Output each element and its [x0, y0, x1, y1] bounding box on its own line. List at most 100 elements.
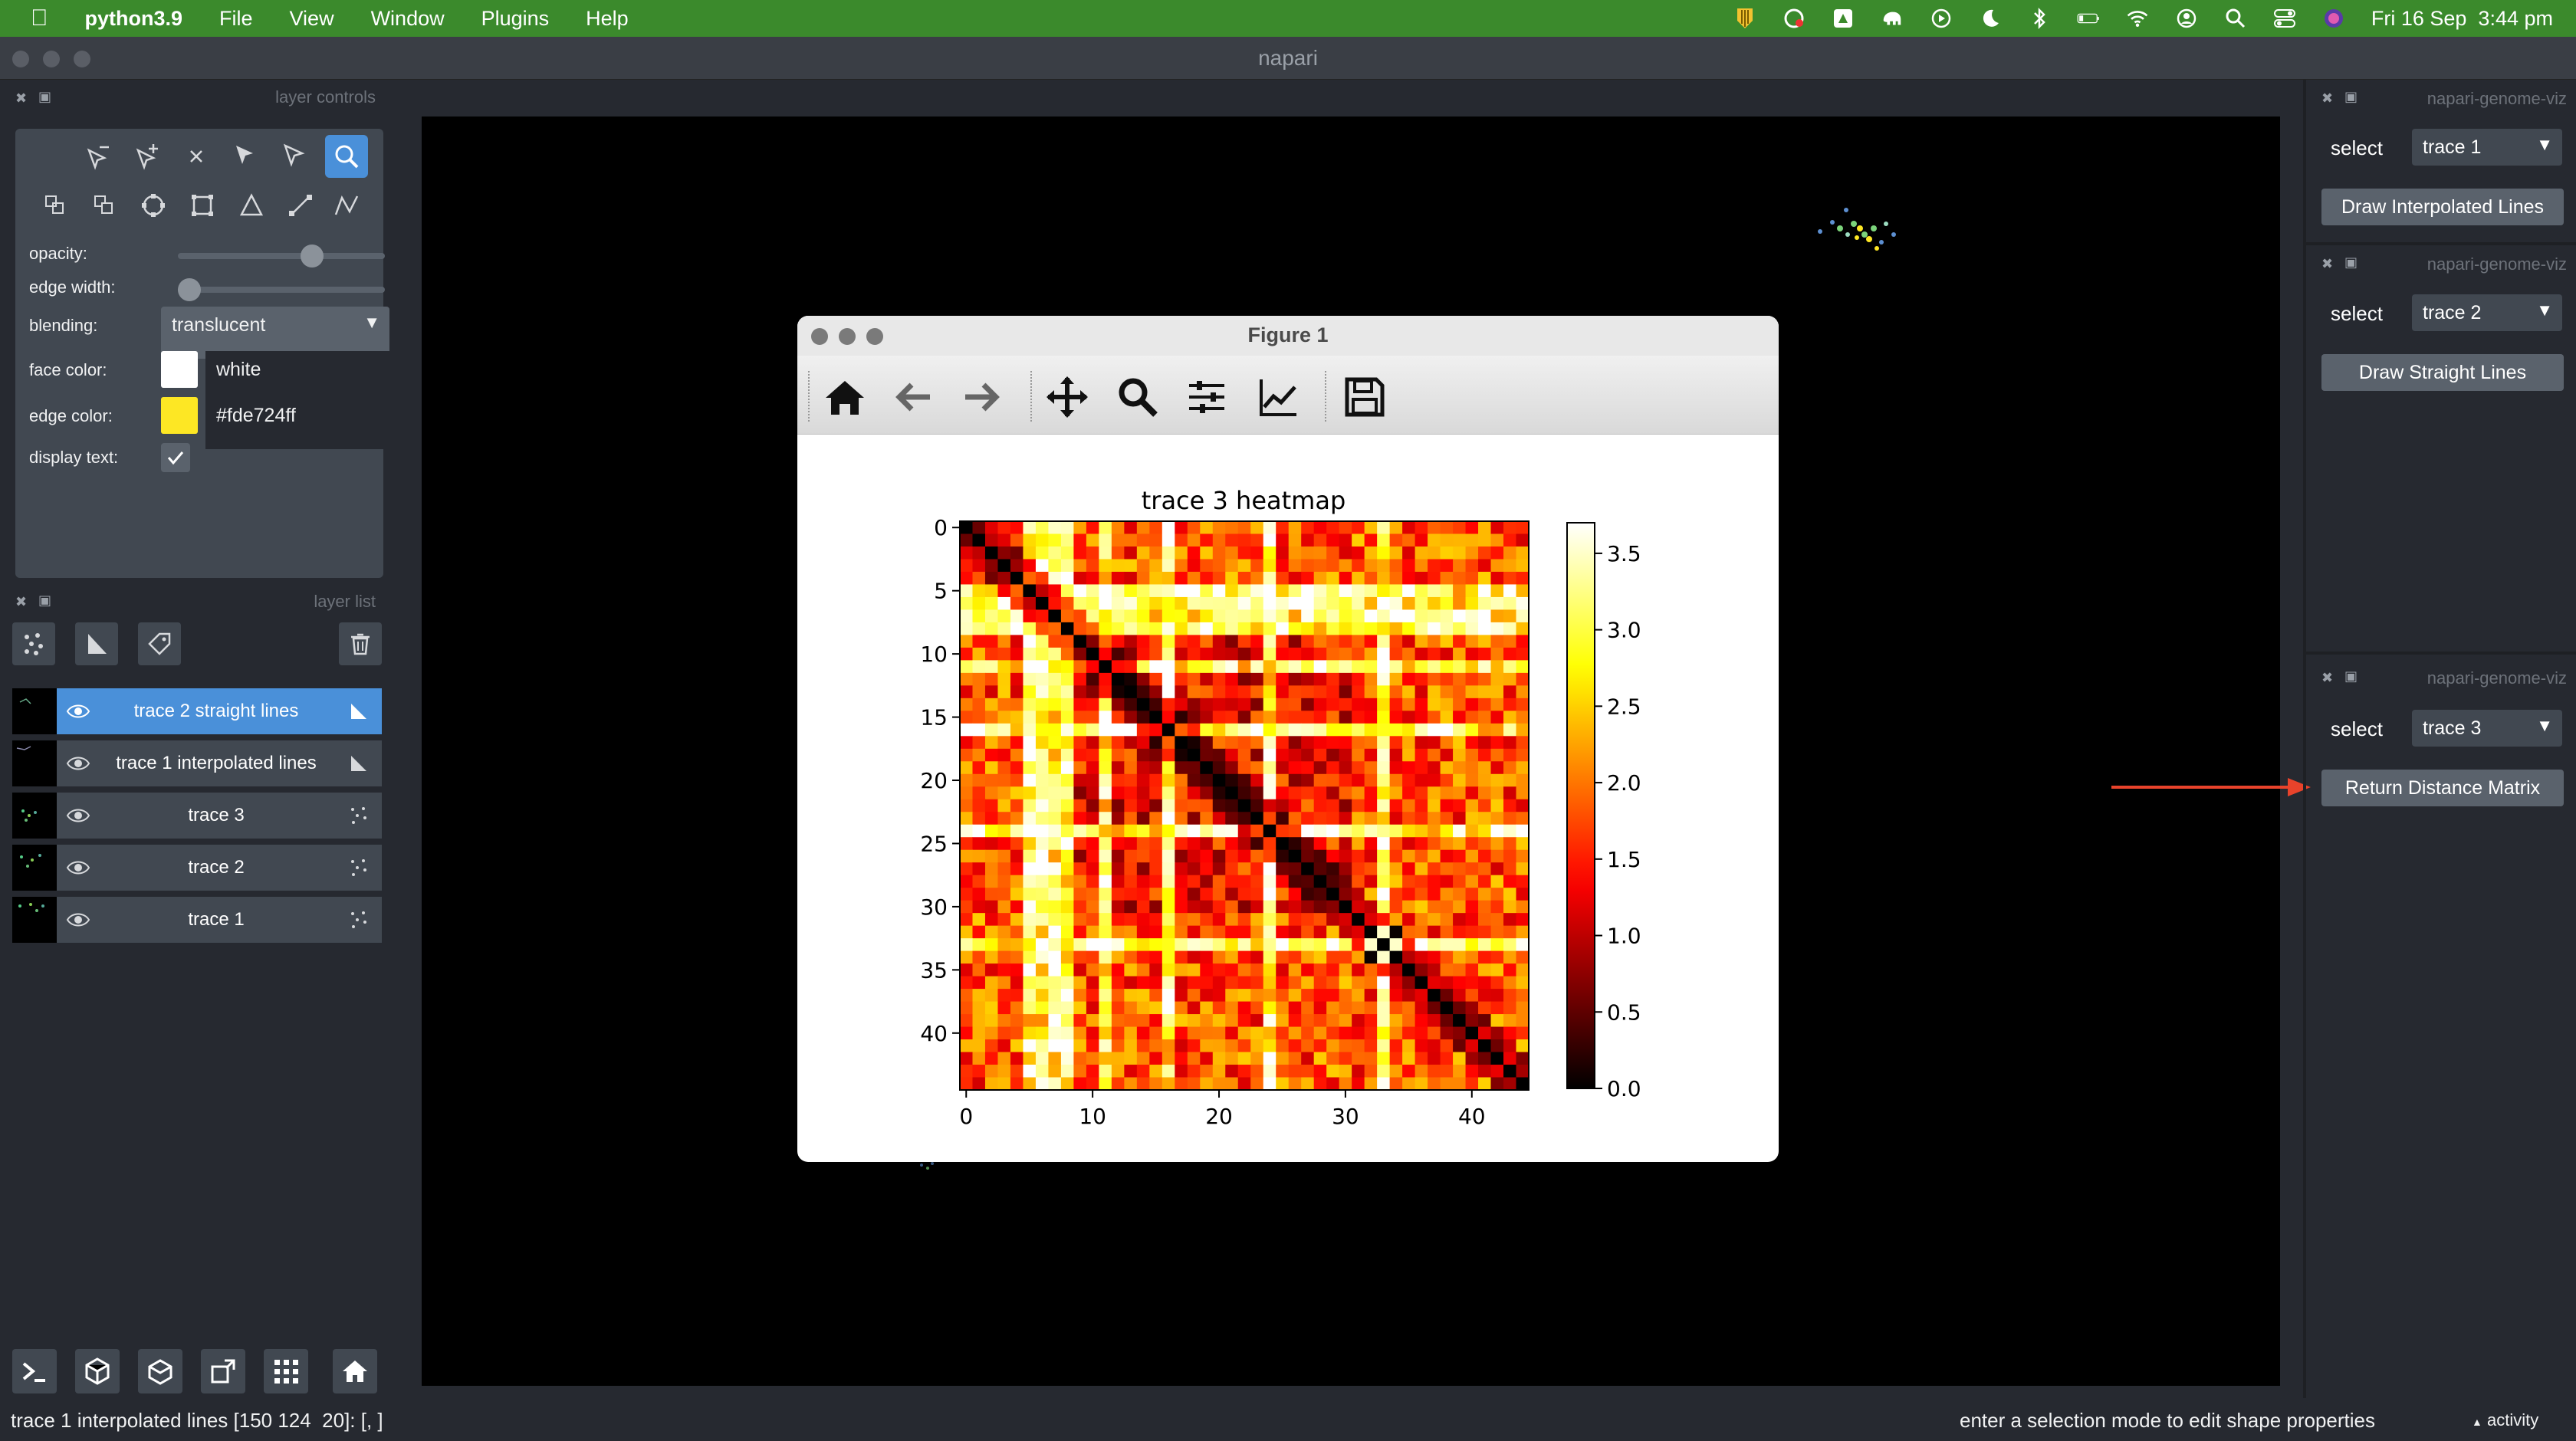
direct-select-tool[interactable] [273, 135, 316, 178]
heatmap-cell [1428, 596, 1441, 611]
heatmap-cell [1212, 989, 1226, 1003]
apple-icon[interactable]:  [0, 5, 67, 31]
menu-help[interactable]: Help [567, 7, 647, 31]
delete-shape-icon[interactable] [175, 135, 218, 178]
rectangle-tool[interactable] [181, 184, 224, 227]
heatmap-cell [1048, 685, 1062, 699]
siri-icon[interactable] [2322, 7, 2345, 30]
roll-dimensions-button[interactable] [138, 1349, 182, 1393]
heatmap-cell [1212, 596, 1226, 611]
display-text-checkbox[interactable] [161, 443, 190, 472]
zoom-pan-tool[interactable] [325, 135, 368, 178]
heatmap-cell [1237, 1026, 1251, 1040]
dock-close-icon[interactable]: ✖ [15, 90, 27, 107]
polygon-tool[interactable] [230, 184, 273, 227]
delete-layer-button[interactable] [339, 622, 382, 665]
select-shape-tool[interactable] [224, 135, 267, 178]
layer-row[interactable]: trace 1 interpolated lines [12, 740, 382, 786]
menu-view[interactable]: View [271, 7, 353, 31]
new-shapes-layer-button[interactable] [75, 622, 118, 665]
layer-name[interactable]: trace 1 [97, 909, 336, 931]
moon-icon[interactable] [1979, 7, 2002, 30]
trace-select-dropdown[interactable]: trace 1 ▼ [2412, 129, 2562, 166]
drive-icon[interactable] [1832, 7, 1855, 30]
ellipse-tool[interactable] [132, 184, 175, 227]
heatmap-cell [972, 609, 986, 623]
menu-plugins[interactable]: Plugins [463, 7, 568, 31]
shield-app-icon[interactable] [1733, 7, 1756, 30]
wifi-icon[interactable] [2126, 7, 2149, 30]
visibility-eye-icon[interactable] [66, 857, 90, 878]
opacity-slider-handle[interactable] [301, 245, 324, 268]
menu-app-name[interactable]: python3.9 [67, 7, 202, 31]
menu-clock[interactable]: Fri 16 Sep 3:44 pm [2371, 7, 2553, 31]
heatmap-cell [1060, 1077, 1074, 1091]
draw-straight-lines-button[interactable]: Draw Straight Lines [2321, 354, 2564, 391]
layer-name[interactable]: trace 2 [97, 857, 336, 878]
reset-view-button[interactable] [333, 1349, 377, 1393]
new-labels-layer-button[interactable] [138, 622, 181, 665]
layer-name[interactable]: trace 3 [97, 805, 336, 826]
dock-float-icon[interactable]: ▣ [38, 592, 51, 609]
user-icon[interactable] [2175, 7, 2198, 30]
layer-row[interactable]: trace 2 [12, 845, 382, 891]
edge-color-field[interactable]: #fde724ff [205, 397, 389, 449]
play-circle-icon[interactable] [1930, 7, 1953, 30]
new-points-layer-button[interactable] [12, 622, 55, 665]
creative-cloud-icon[interactable] [1783, 7, 1806, 30]
elephant-icon[interactable] [1881, 7, 1904, 30]
opacity-slider[interactable] [178, 245, 385, 268]
grid-view-button[interactable] [264, 1349, 308, 1393]
console-button[interactable] [12, 1349, 57, 1393]
move-front-icon[interactable] [83, 184, 126, 227]
save-button[interactable] [1340, 373, 1389, 422]
line-tool[interactable] [279, 184, 322, 227]
edit-axes-button[interactable] [1254, 373, 1303, 422]
layer-row[interactable]: trace 1 [12, 897, 382, 943]
edge-width-slider[interactable] [178, 278, 385, 301]
control-center-icon[interactable] [2273, 7, 2296, 30]
menu-file[interactable]: File [201, 7, 271, 31]
heatmap-cell [1478, 1052, 1492, 1065]
vertex-insert-tool[interactable] [126, 135, 169, 178]
heatmap-cell [1149, 1001, 1163, 1015]
home-button[interactable] [820, 373, 869, 422]
pan-button[interactable] [1043, 373, 1092, 422]
layer-row[interactable]: trace 3 [12, 793, 382, 839]
zoom-button[interactable] [1113, 373, 1162, 422]
activity-button[interactable]: ▲ activity [2472, 1410, 2538, 1430]
layer-row[interactable]: trace 2 straight lines [12, 688, 382, 734]
bluetooth-icon[interactable] [2028, 7, 2051, 30]
visibility-eye-icon[interactable] [66, 753, 90, 774]
heatmap-cell [1225, 976, 1239, 990]
visibility-eye-icon[interactable] [66, 701, 90, 722]
configure-subplots-button[interactable] [1182, 373, 1231, 422]
heatmap-cell [1478, 1001, 1492, 1015]
transpose-button[interactable] [201, 1349, 245, 1393]
vertex-remove-tool[interactable] [77, 135, 120, 178]
toggle-ndisplay-button[interactable] [75, 1349, 120, 1393]
edge-width-slider-handle[interactable] [178, 278, 201, 301]
draw-interpolated-lines-button[interactable]: Draw Interpolated Lines [2321, 189, 2564, 225]
search-icon[interactable] [2224, 7, 2247, 30]
battery-icon[interactable] [2077, 7, 2100, 30]
visibility-eye-icon[interactable] [66, 909, 90, 931]
visibility-eye-icon[interactable] [66, 805, 90, 826]
trace-select-dropdown[interactable]: trace 3 ▼ [2412, 710, 2562, 747]
edge-color-swatch[interactable] [161, 397, 198, 434]
return-distance-matrix-button[interactable]: Return Distance Matrix [2321, 770, 2564, 806]
move-back-icon[interactable] [34, 184, 77, 227]
heatmap-cell [1428, 748, 1441, 762]
forward-button[interactable] [957, 373, 1006, 422]
path-tool[interactable] [325, 184, 368, 227]
layer-name[interactable]: trace 1 interpolated lines [97, 753, 336, 774]
trace-select-dropdown[interactable]: trace 2 ▼ [2412, 294, 2562, 331]
face-color-swatch[interactable] [161, 351, 198, 388]
menu-window[interactable]: Window [353, 7, 463, 31]
face-color-field[interactable]: white [205, 351, 389, 403]
heatmap-cell [1377, 596, 1391, 611]
layer-name[interactable]: trace 2 straight lines [97, 701, 336, 722]
back-button[interactable] [889, 373, 938, 422]
dock-close-icon[interactable]: ✖ [15, 594, 27, 610]
dock-float-icon[interactable]: ▣ [38, 89, 51, 105]
